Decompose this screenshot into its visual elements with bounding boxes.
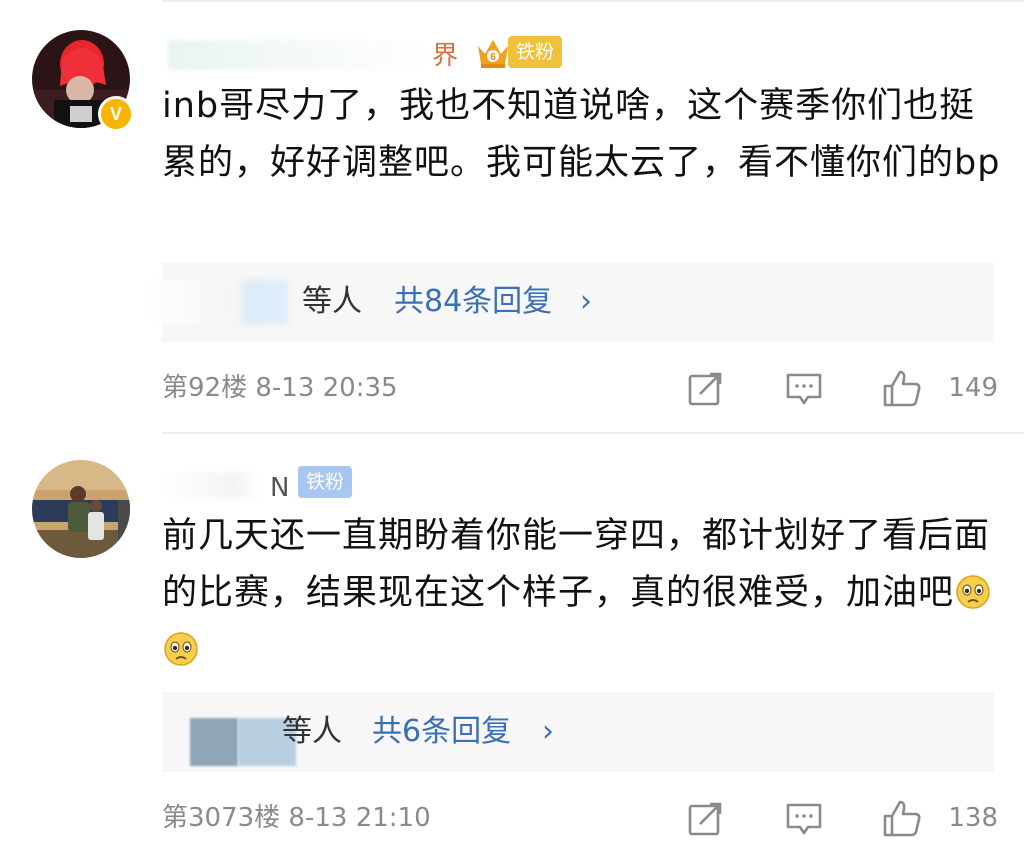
like-count: 149 <box>948 373 998 403</box>
fan-badge: 铁粉 <box>508 36 563 68</box>
divider <box>162 432 1024 434</box>
username[interactable]: N <box>162 464 302 504</box>
comment-text: 前几天还一直期盼着你能一穿四，都计划好了看后面的比赛，结果现在这个样子，真的很难… <box>162 508 1002 679</box>
share-icon[interactable] <box>686 368 726 408</box>
username-tail: N <box>270 473 290 503</box>
reply-users: 等人 <box>282 714 342 749</box>
reply-preview[interactable]: 等人 共84条回复 › <box>142 262 994 342</box>
chevron-right-icon[interactable]: › <box>580 262 592 342</box>
comment-meta: 第92楼 8-13 20:35 149 <box>162 368 1002 408</box>
floor-time: 第3073楼 8-13 21:10 <box>162 803 431 833</box>
like-icon[interactable] <box>882 368 922 408</box>
svg-text:6: 6 <box>490 52 496 63</box>
reply-users: 等人 <box>302 284 362 319</box>
sad-face-icon <box>164 632 198 666</box>
like-count: 138 <box>948 803 998 833</box>
username[interactable]: 界 <box>162 34 462 74</box>
comment-icon[interactable] <box>784 368 824 408</box>
floor-time: 第92楼 8-13 20:35 <box>162 373 398 403</box>
chevron-right-icon[interactable]: › <box>542 692 554 772</box>
avatar[interactable] <box>32 460 130 558</box>
reply-count-link[interactable]: 共84条回复 <box>394 262 552 342</box>
crown-icon: 6 <box>478 40 508 68</box>
comment-text-body: 前几天还一直期盼着你能一穿四，都计划好了看后面的比赛，结果现在这个样子，真的很难… <box>162 516 991 613</box>
comment-text: inb哥尽力了，我也不知道说啥，这个赛季你们也挺累的，好好调整吧。我可能太云了，… <box>162 86 1001 183</box>
sad-face-icon <box>956 575 990 609</box>
username-tail: 界 <box>432 41 459 71</box>
verified-badge-icon: V <box>98 96 134 132</box>
reply-count-link[interactable]: 共6条回复 <box>372 692 511 772</box>
like-icon[interactable] <box>882 798 922 838</box>
reply-preview[interactable]: 等人 共6条回复 › <box>162 692 994 772</box>
top-divider <box>162 0 1024 2</box>
comment-meta: 第3073楼 8-13 21:10 138 <box>162 798 1002 838</box>
fan-badge: 铁粉 <box>298 466 353 498</box>
comment-icon[interactable] <box>784 798 824 838</box>
share-icon[interactable] <box>686 798 726 838</box>
